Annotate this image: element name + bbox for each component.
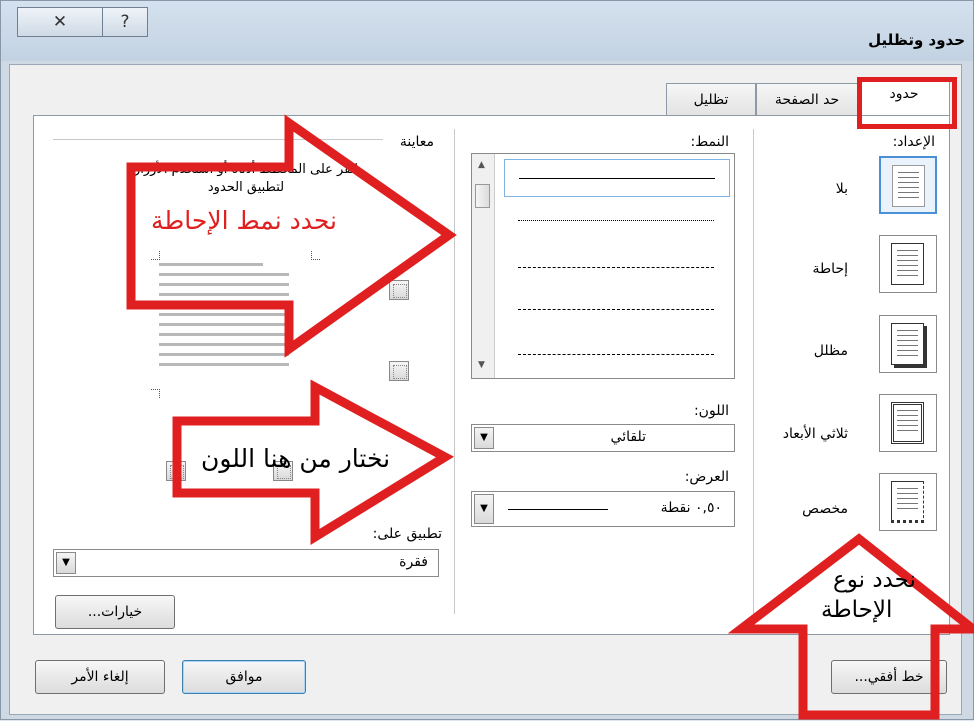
annotation-style-text: نحدد نمط الإحاطة xyxy=(151,206,337,235)
arrow-right-style xyxy=(126,114,457,358)
arrow-up-type xyxy=(727,533,974,720)
annotation-type-text-2: الإحاطة xyxy=(821,597,893,623)
annotation-type-text-1: نحدد نوع xyxy=(833,567,916,593)
dialog-window: ✕ ? حدود وتظليل تظليل حد الصفحة حدود الإ… xyxy=(0,0,974,720)
annotation-color-text: نختار من هنا اللون xyxy=(201,444,391,473)
